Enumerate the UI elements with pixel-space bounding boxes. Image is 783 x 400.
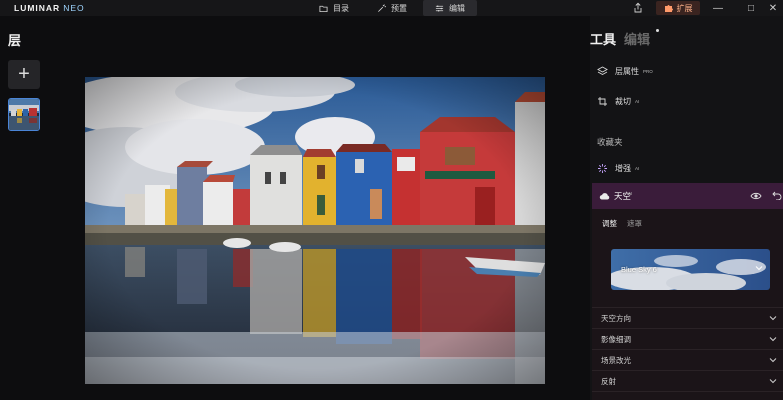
sky-tool-header[interactable]: 天空AI bbox=[592, 183, 783, 209]
pro-tag: PRO bbox=[643, 69, 653, 74]
sky-selection-label: Blue Sky 6 bbox=[621, 265, 657, 274]
chevron-down-icon bbox=[755, 266, 763, 271]
tab-presets-label: 预置 bbox=[391, 3, 407, 13]
logo-sub-text: NEO bbox=[63, 3, 85, 13]
tool-enhance[interactable]: 增强 AI bbox=[597, 163, 639, 174]
crop-icon bbox=[598, 97, 607, 106]
section-relight[interactable]: 场景改光 bbox=[592, 349, 783, 370]
tab-presets[interactable]: 预置 bbox=[365, 0, 419, 16]
maximize-button[interactable]: □ bbox=[741, 0, 761, 16]
close-button[interactable]: ✕ bbox=[763, 0, 783, 16]
subtab-mask[interactable]: 遮罩 bbox=[627, 218, 642, 229]
sky-sub-tabs: 调整 遮罩 bbox=[602, 218, 642, 229]
tool-crop-label: 裁切 bbox=[615, 97, 631, 106]
share-icon[interactable] bbox=[632, 2, 644, 14]
sparkle-icon bbox=[598, 164, 607, 173]
sliders-icon bbox=[435, 4, 444, 12]
section-fine-tune-label: 影像细调 bbox=[601, 334, 631, 344]
magic-wand-icon bbox=[378, 3, 386, 12]
extensions-button[interactable]: 扩展 bbox=[656, 1, 700, 15]
section-reflection[interactable]: 反射 bbox=[592, 370, 783, 391]
cloud-icon bbox=[599, 193, 610, 200]
tab-edit[interactable]: 编辑 bbox=[423, 0, 477, 16]
layer-thumbnail-image bbox=[9, 99, 39, 130]
section-relight-label: 场景改光 bbox=[601, 355, 631, 365]
sky-selection-dropdown[interactable]: Blue Sky 6 bbox=[611, 249, 770, 290]
top-tabs: 目录 预置 编辑 bbox=[307, 0, 477, 16]
panel-tabs: 工具 编辑 bbox=[590, 29, 650, 48]
notification-dot bbox=[656, 29, 659, 32]
tab-catalog[interactable]: 目录 bbox=[307, 0, 361, 16]
chevron-down-icon bbox=[769, 379, 777, 384]
section-sky-orientation[interactable]: 天空方向 bbox=[592, 307, 783, 328]
subtab-adjust[interactable]: 调整 bbox=[602, 218, 617, 229]
sky-tool-title: 天空AI bbox=[614, 190, 632, 202]
logo-main-text: LUMINAR bbox=[14, 3, 61, 13]
tab-edit-panel[interactable]: 编辑 bbox=[624, 29, 650, 48]
tool-layer-properties[interactable]: 层属性 PRO bbox=[597, 66, 653, 77]
add-layer-button[interactable]: + bbox=[8, 60, 40, 89]
layers-title: 层 bbox=[8, 33, 22, 48]
chevron-down-icon bbox=[769, 337, 777, 342]
ai-tag-enhance: AI bbox=[635, 166, 640, 171]
favorites-label: 收藏夹 bbox=[597, 137, 623, 147]
layer-thumbnail[interactable] bbox=[8, 98, 40, 131]
photo-image bbox=[85, 77, 545, 384]
chevron-down-icon bbox=[769, 316, 777, 321]
tab-edit-label: 编辑 bbox=[449, 3, 465, 13]
tool-layer-properties-label: 层属性 bbox=[615, 67, 639, 76]
eye-icon[interactable] bbox=[750, 191, 762, 201]
tool-crop[interactable]: 裁切 AI bbox=[597, 96, 639, 107]
undo-icon[interactable] bbox=[772, 190, 782, 200]
ai-tag-crop: AI bbox=[635, 99, 640, 104]
chevron-down-icon bbox=[769, 358, 777, 363]
tools-panel: 工具 编辑 层属性 PRO 裁切 AI 收藏夹 增强 AI 天空AI 调整 遮罩 bbox=[590, 16, 783, 400]
folder-icon bbox=[319, 5, 328, 12]
section-sky-orientation-label: 天空方向 bbox=[601, 313, 631, 323]
photo-canvas[interactable] bbox=[85, 77, 545, 384]
title-bar: LUMINAR NEO 目录 预置 编辑 扩展 — □ ✕ bbox=[0, 0, 783, 16]
extensions-label: 扩展 bbox=[676, 3, 693, 13]
tab-tools[interactable]: 工具 bbox=[590, 29, 616, 48]
ai-tag-sky: AI bbox=[628, 191, 633, 197]
tool-enhance-label: 增强 bbox=[615, 164, 631, 173]
section-more bbox=[592, 391, 783, 400]
app-logo: LUMINAR NEO bbox=[14, 2, 85, 14]
tab-catalog-label: 目录 bbox=[333, 3, 349, 13]
minimize-button[interactable]: — bbox=[708, 0, 728, 16]
section-reflection-label: 反射 bbox=[601, 376, 616, 386]
section-fine-tune[interactable]: 影像细调 bbox=[592, 328, 783, 349]
layers-icon bbox=[597, 66, 608, 76]
puzzle-icon bbox=[664, 5, 673, 12]
